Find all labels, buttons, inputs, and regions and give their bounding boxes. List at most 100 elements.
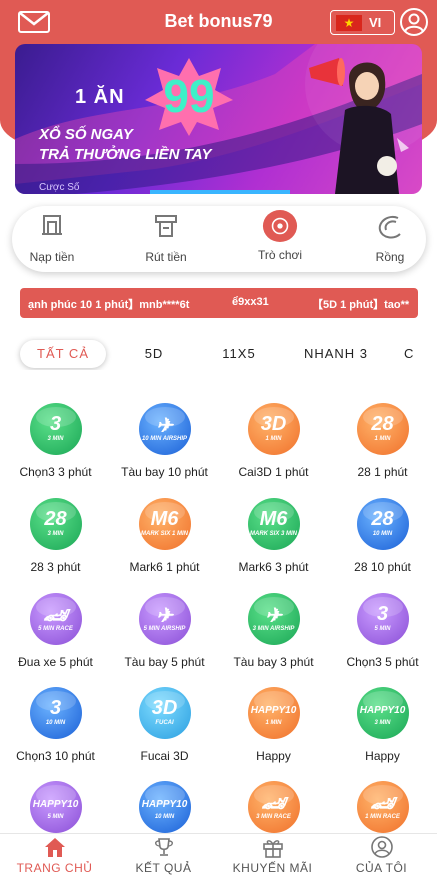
game-label: Tàu bay 10 phút: [121, 465, 208, 479]
game-item[interactable]: HAPPY10 1 MIN Happy: [219, 687, 328, 763]
language-selector[interactable]: ★ VI: [330, 10, 395, 35]
game-item[interactable]: M6 MARK SIX 3 MIN Mark6 3 phút: [219, 498, 328, 574]
app-screen: Bet bonus79 ★ VI 1 ĂN 99 XỔ SỐ NGAY TRẢ …: [0, 0, 437, 881]
nav-results[interactable]: KẾT QUẢ: [109, 836, 218, 875]
game-item[interactable]: 28 3 MIN 28 3 phút: [1, 498, 110, 574]
game-label: Chọn3 10 phút: [16, 749, 95, 763]
lotto28-icon: 28 3 MIN: [29, 498, 82, 550]
tab-all[interactable]: TẤT CẢ: [20, 340, 106, 368]
tab-more[interactable]: C: [404, 340, 434, 368]
winners-marquee: ạnh phúc 10 1 phút】mnb****6t ể9xx31 【5D …: [20, 288, 418, 318]
game-item[interactable]: 35 MIN Chọn3 5 phút: [328, 593, 437, 669]
nav-label: CỦA TÔI: [355, 861, 408, 875]
airship-icon: ✈ 3 MIN AIRSHIP: [247, 593, 300, 645]
game-label: Tàu bay 5 phút: [124, 655, 205, 669]
game-item[interactable]: ✈ 5 MIN AIRSHIP Tàu bay 5 phút: [110, 593, 219, 669]
user-icon: [370, 836, 393, 858]
quick-label: Trò chơi: [257, 248, 303, 262]
lotto28-icon: 28 10 MIN: [356, 498, 409, 550]
bottom-navigation: TRANG CHỦ KẾT QUẢ KHUYẾN MÃI CỦA TÔI: [0, 833, 437, 881]
trophy-icon: [154, 838, 173, 856]
game-item[interactable]: HAPPY10 5 MIN: [1, 781, 110, 833]
banner-model-image: [305, 48, 415, 194]
mark6-icon: M6 MARK SIX 3 MIN: [247, 498, 300, 550]
game-item[interactable]: 33 MIN Chọn3 3 phút: [1, 403, 110, 479]
cai3d-icon: 3D 1 MIN: [247, 403, 300, 455]
nav-promotions[interactable]: KHUYẾN MÃI: [218, 836, 327, 875]
banner-caption: Cược Số: [39, 182, 80, 193]
user-icon[interactable]: [400, 8, 428, 36]
happy10-icon: HAPPY10 3 MIN: [356, 687, 409, 739]
quick-item-games[interactable]: Trò chơi: [240, 210, 320, 262]
game-label: Happy: [256, 749, 291, 763]
game-label: Happy: [365, 749, 400, 763]
game-item[interactable]: HAPPY10 3 MIN Happy: [328, 687, 437, 763]
quick-label: Nạp tiền: [29, 250, 75, 264]
game-item[interactable]: 🏎 5 MIN RACE Đua xe 5 phút: [1, 593, 110, 669]
top-header: Bet bonus79 ★ VI: [0, 0, 437, 44]
pick3-icon: 3 10 MIN: [29, 687, 82, 739]
race-icon: 🏎 5 MIN RACE: [29, 593, 82, 645]
banner-subline-2: TRẢ THƯỞNG LIỀN TAY: [39, 146, 212, 163]
banner-subline-1: XỔ SỐ NGAY: [39, 126, 133, 143]
happy10-icon: HAPPY10 5 MIN: [29, 781, 82, 833]
game-item[interactable]: 3D 1 MIN Cai3D 1 phút: [219, 403, 328, 479]
game-label: 28 3 phút: [30, 560, 81, 574]
game-item[interactable]: 3D FUCAI Fucai 3D: [110, 687, 219, 763]
game-label: Tàu bay 3 phút: [233, 655, 314, 669]
marquee-text: 【5D 1 phút】tao**: [312, 299, 410, 311]
mark6-icon: M6 MARK SIX 1 MIN: [138, 498, 191, 550]
banner-99-badge: 99: [145, 56, 233, 136]
marquee-text: ạnh phúc 10 1 phút】mnb****6t: [28, 299, 190, 311]
game-label: Mark6 3 phút: [238, 560, 309, 574]
games-icon: [262, 210, 298, 242]
lotto28-icon: 28 1 MIN: [356, 403, 409, 455]
nav-home[interactable]: TRANG CHỦ: [0, 836, 109, 875]
game-item[interactable]: 28 10 MIN 28 10 phút: [328, 498, 437, 574]
game-label: 28 1 phút: [357, 465, 408, 479]
game-label: Chọn3 3 phút: [19, 465, 92, 479]
game-item[interactable]: ✈ 10 MIN AIRSHIP Tàu bay 10 phút: [110, 403, 219, 479]
tab-5d[interactable]: 5D: [124, 340, 184, 368]
game-item[interactable]: 🏎 1 MIN RACE: [328, 781, 437, 833]
tab-nhanh3[interactable]: NHANH 3: [294, 340, 378, 368]
pick3-icon: 33 MIN: [29, 403, 82, 455]
quick-item-deposit[interactable]: Nạp tiền: [12, 212, 92, 264]
home-icon: [44, 838, 65, 857]
banner-big-number: 99: [163, 70, 214, 122]
quick-label: Rồng: [375, 250, 405, 264]
promo-banner[interactable]: 1 ĂN 99 XỔ SỐ NGAY TRẢ THƯỞNG LIỀN TAY C…: [15, 44, 422, 194]
game-label: Chọn3 5 phút: [346, 655, 419, 669]
game-item[interactable]: 28 1 MIN 28 1 phút: [328, 403, 437, 479]
category-tabs: TẤT CẢ 5D 11X5 NHANH 3 C: [0, 336, 437, 370]
dragon-icon: [378, 216, 401, 239]
game-item[interactable]: ✈ 3 MIN AIRSHIP Tàu bay 3 phút: [219, 593, 328, 669]
banner-headline: 1 ĂN: [75, 86, 125, 108]
quick-item-withdraw[interactable]: Rút tiền: [126, 212, 206, 264]
game-item[interactable]: M6 MARK SIX 1 MIN Mark6 1 phút: [110, 498, 219, 574]
withdraw-icon: [155, 215, 177, 237]
quick-actions: Nạp tiền Rút tiền Trò chơi Rồng: [12, 206, 426, 272]
quick-item-dragon[interactable]: Rồng: [350, 212, 430, 264]
game-item[interactable]: 3 10 MIN Chọn3 10 phút: [1, 687, 110, 763]
happy10-icon: HAPPY10 1 MIN: [247, 687, 300, 739]
game-label: Cai3D 1 phút: [238, 465, 309, 479]
game-label: Fucai 3D: [140, 749, 189, 763]
marquee-text: ể9xx31: [232, 296, 269, 308]
deposit-icon: [42, 215, 62, 235]
nav-label: TRANG CHỦ: [16, 861, 93, 875]
language-code: VI: [369, 15, 382, 30]
tab-11x5[interactable]: 11X5: [208, 340, 270, 368]
game-label: Đua xe 5 phút: [18, 655, 93, 669]
vietnam-flag-icon: ★: [336, 15, 362, 31]
happy10-icon: HAPPY10 10 MIN: [138, 781, 191, 833]
game-item[interactable]: 🏎 3 MIN RACE: [219, 781, 328, 833]
fucai-icon: 3D FUCAI: [138, 687, 191, 739]
airship-icon: ✈ 5 MIN AIRSHIP: [138, 593, 191, 645]
banner-slide-indicator: [150, 190, 290, 194]
race-icon: 🏎 1 MIN RACE: [356, 781, 409, 833]
nav-account[interactable]: CỦA TÔI: [327, 836, 436, 875]
race-icon: 🏎 3 MIN RACE: [247, 781, 300, 833]
game-label: Mark6 1 phút: [129, 560, 200, 574]
game-item[interactable]: HAPPY10 10 MIN: [110, 781, 219, 833]
